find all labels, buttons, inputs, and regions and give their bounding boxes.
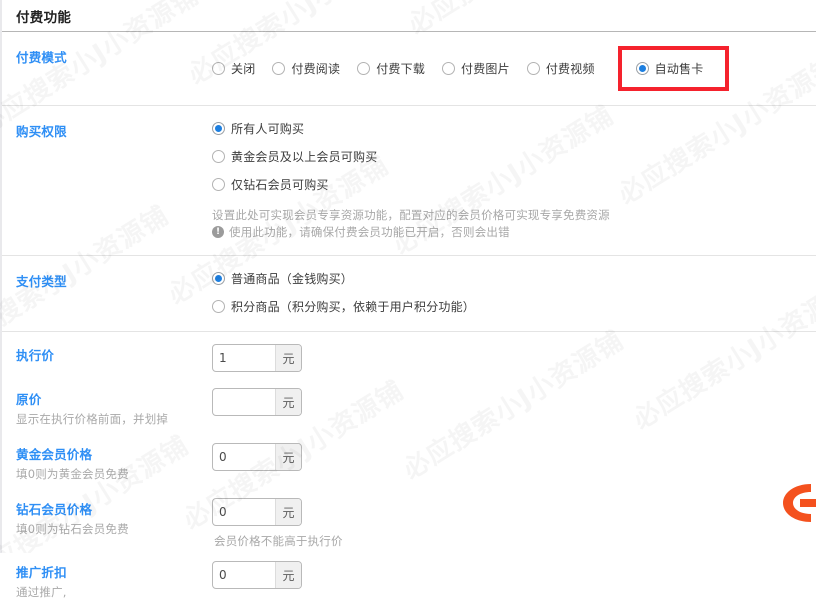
- radio-dot-icon: [212, 122, 225, 135]
- field-row-original-price: 原价 显示在执行价格前面，并划掉 元: [2, 376, 816, 431]
- radio-label: 自动售卡: [654, 62, 704, 76]
- original-price-input-group[interactable]: 元: [212, 388, 302, 416]
- payment-mode-label: 付费模式: [16, 50, 67, 65]
- gold-member-price-input[interactable]: [213, 444, 275, 470]
- radio-payment-mode-2[interactable]: 付费下载: [357, 60, 425, 77]
- original-price-label: 原价: [16, 392, 42, 407]
- diamond-member-price-label: 钻石会员价格: [16, 502, 93, 517]
- paid-function-panel: 付费功能 付费模式 关闭 付费阅读 付费下载 付费图片 付费视频 自动售卡 购买…: [0, 0, 816, 600]
- radio-purchase-permission-2[interactable]: 仅钻石会员可购买: [212, 176, 816, 193]
- gold-member-price-sublabel: 填0则为黄金会员免费: [16, 467, 129, 481]
- strike-price-label-cell: 执行价: [16, 344, 212, 364]
- purchase-permission-content: 所有人可购买 黄金会员及以上会员可购买 仅钻石会员可购买 设置此处可实现会员专享…: [212, 120, 816, 241]
- radio-label: 付费下载: [376, 62, 426, 76]
- radio-payment-mode-4[interactable]: 付费视频: [526, 60, 595, 77]
- radio-dot-icon: [357, 62, 371, 75]
- orange-logo-icon: [783, 484, 816, 522]
- diamond-member-price-label-cell: 钻石会员价格 填0则为钻石会员免费: [16, 498, 212, 537]
- radio-payment-type-1[interactable]: 积分商品（积分购买，依赖于用户积分功能）: [212, 298, 816, 315]
- promotion-discount-input[interactable]: [213, 562, 275, 588]
- payment-mode-radio-group: 关闭 付费阅读 付费下载 付费图片 付费视频 自动售卡: [212, 46, 816, 91]
- radio-label: 付费阅读: [291, 62, 341, 76]
- diamond-member-price-note: 会员价格不能高于执行价: [214, 534, 343, 548]
- radio-label: 付费视频: [545, 62, 595, 76]
- strike-price-content: 元: [212, 344, 816, 372]
- original-price-sublabel: 显示在执行价格前面，并划掉: [16, 412, 169, 426]
- radio-dot-icon: [212, 178, 225, 191]
- radio-label: 所有人可购买: [231, 122, 305, 136]
- radio-dot-icon: [272, 62, 286, 75]
- radio-purchase-permission-0[interactable]: 所有人可购买: [212, 120, 816, 137]
- gold-member-price-label-cell: 黄金会员价格 填0则为黄金会员免费: [16, 443, 212, 482]
- payment-type-radio-group: 普通商品（金钱购买） 积分商品（积分购买，依赖于用户积分功能）: [212, 270, 816, 315]
- page-title: 付费功能: [16, 9, 72, 26]
- strike-price-label: 执行价: [16, 348, 55, 363]
- currency-unit-addon: 元: [275, 562, 301, 588]
- payment-type-label: 支付类型: [16, 274, 67, 289]
- promotion-discount-label-cell: 推广折扣 通过推广,: [16, 561, 212, 600]
- purchase-permission-label: 购买权限: [16, 124, 67, 139]
- info-icon: !: [212, 226, 224, 238]
- field-row-strike-price: 执行价 元: [2, 332, 816, 376]
- radio-label: 普通商品（金钱购买）: [231, 272, 354, 286]
- hint-text-warning: 使用此功能，请确保付费会员功能已开启，否则会出错: [229, 225, 510, 239]
- payment-type-content: 普通商品（金钱购买） 积分商品（积分购买，依赖于用户积分功能）: [212, 270, 816, 315]
- field-row-diamond-member-price: 钻石会员价格 填0则为钻石会员免费 元 会员价格不能高于执行价: [2, 486, 816, 551]
- hint-line-warning: ! 使用此功能，请确保付费会员功能已开启，否则会出错: [212, 224, 816, 241]
- promotion-discount-content: 元: [212, 561, 816, 589]
- field-row-gold-member-price: 黄金会员价格 填0则为黄金会员免费 元: [2, 431, 816, 486]
- radio-dot-icon: [212, 150, 225, 163]
- currency-unit-addon: 元: [275, 499, 301, 525]
- radio-label: 付费图片: [461, 62, 510, 76]
- hint-text-primary: 设置此处可实现会员专享资源功能，配置对应的会员价格可实现专享免费资源: [212, 208, 610, 222]
- diamond-member-price-content: 元 会员价格不能高于执行价: [212, 498, 816, 549]
- gold-member-price-content: 元: [212, 443, 816, 471]
- radio-dot-icon: [212, 62, 225, 75]
- radio-payment-mode-1[interactable]: 付费阅读: [272, 60, 340, 77]
- original-price-content: 元: [212, 388, 816, 416]
- payment-mode-label-cell: 付费模式: [16, 46, 212, 66]
- diamond-member-price-sublabel: 填0则为钻石会员免费: [16, 522, 129, 536]
- panel-header: 付费功能: [2, 0, 816, 32]
- original-price-input[interactable]: [213, 389, 275, 415]
- radio-dot-icon: [526, 62, 540, 75]
- radio-label: 黄金会员及以上会员可购买: [231, 150, 378, 164]
- gold-member-price-label: 黄金会员价格: [16, 447, 93, 462]
- radio-purchase-permission-1[interactable]: 黄金会员及以上会员可购买: [212, 148, 816, 165]
- radio-label: 关闭: [231, 62, 256, 76]
- radio-dot-icon: [212, 272, 225, 285]
- promotion-discount-input-group[interactable]: 元: [212, 561, 302, 589]
- strike-price-input[interactable]: [213, 345, 275, 371]
- promotion-discount-label: 推广折扣: [16, 565, 67, 580]
- payment-type-label-cell: 支付类型: [16, 270, 212, 290]
- payment-type-row: 支付类型 普通商品（金钱购买） 积分商品（积分购买，依赖于用户积分功能）: [2, 256, 816, 332]
- field-row-promotion-discount: 推广折扣 通过推广, 元: [2, 551, 816, 600]
- radio-dot-icon: [212, 300, 225, 313]
- purchase-permission-label-cell: 购买权限: [16, 120, 212, 140]
- radio-label: 积分商品（积分购买，依赖于用户积分功能）: [231, 300, 476, 314]
- radio-payment-mode-3[interactable]: 付费图片: [442, 60, 510, 77]
- radio-label: 仅钻石会员可购买: [231, 178, 329, 192]
- diamond-member-price-input-group[interactable]: 元: [212, 498, 302, 526]
- highlight-box-auto-card: 自动售卡: [617, 46, 730, 91]
- purchase-permission-row: 购买权限 所有人可购买 黄金会员及以上会员可购买 仅钻石会员可购买 设置此处可实…: [2, 106, 816, 256]
- purchase-permission-radio-group: 所有人可购买 黄金会员及以上会员可购买 仅钻石会员可购买: [212, 120, 816, 193]
- radio-payment-mode-5[interactable]: 自动售卡: [635, 60, 704, 77]
- currency-unit-addon: 元: [275, 444, 301, 470]
- radio-payment-type-0[interactable]: 普通商品（金钱购买）: [212, 270, 816, 287]
- radio-payment-mode-0[interactable]: 关闭: [212, 60, 255, 77]
- radio-dot-icon: [442, 62, 456, 75]
- diamond-member-price-input[interactable]: [213, 499, 275, 525]
- promotion-discount-sublabel: 通过推广,: [16, 585, 67, 599]
- purchase-permission-hints: 设置此处可实现会员专享资源功能，配置对应的会员价格可实现专享免费资源 ! 使用此…: [212, 207, 816, 241]
- payment-mode-row: 付费模式 关闭 付费阅读 付费下载 付费图片 付费视频 自动售卡: [2, 32, 816, 106]
- currency-unit-addon: 元: [275, 345, 301, 371]
- radio-dot-icon: [635, 62, 649, 75]
- strike-price-input-group[interactable]: 元: [212, 344, 302, 372]
- original-price-label-cell: 原价 显示在执行价格前面，并划掉: [16, 388, 212, 427]
- currency-unit-addon: 元: [275, 389, 301, 415]
- payment-mode-content: 关闭 付费阅读 付费下载 付费图片 付费视频 自动售卡: [212, 46, 816, 91]
- gold-member-price-input-group[interactable]: 元: [212, 443, 302, 471]
